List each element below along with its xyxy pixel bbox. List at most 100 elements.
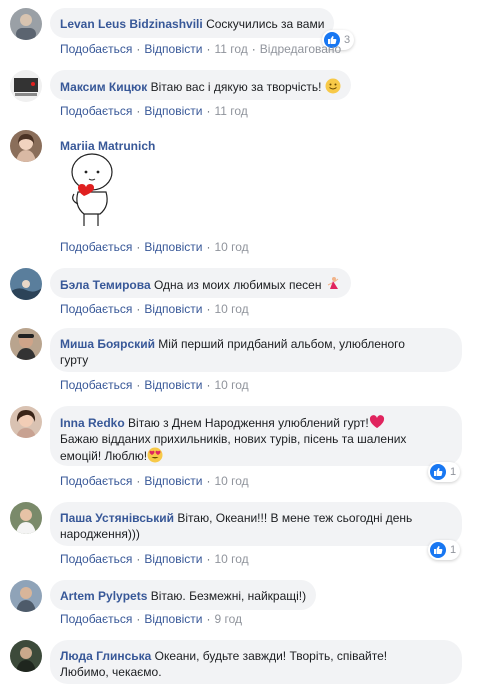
like-button[interactable]: Подобається bbox=[60, 240, 132, 254]
comment-author[interactable]: Максим Кицюк bbox=[60, 80, 147, 94]
separator: · bbox=[206, 378, 211, 392]
comment-author[interactable]: Миша Боярский bbox=[60, 337, 155, 351]
separator: · bbox=[206, 240, 211, 254]
like-button[interactable]: Подобається bbox=[60, 302, 132, 316]
reaction-count[interactable]: 1 bbox=[428, 540, 461, 560]
reaction-number: 1 bbox=[450, 466, 457, 478]
like-button[interactable]: Подобається bbox=[60, 104, 132, 118]
separator: · bbox=[206, 42, 211, 56]
timestamp[interactable]: 9 год bbox=[214, 612, 242, 626]
comment-author[interactable]: Inna Redko bbox=[60, 416, 125, 430]
separator: · bbox=[136, 302, 141, 316]
like-button[interactable]: Подобається bbox=[60, 378, 132, 392]
comment-actions: Подобається · Відповісти · 9 год bbox=[60, 612, 242, 626]
comment-text-line2: Любимо, чекаємо. bbox=[60, 665, 162, 679]
comment-actions: Подобається · Відповісти · 10 год bbox=[60, 240, 249, 254]
comment-actions: Подобається · Відповісти · 10 год bbox=[60, 474, 249, 488]
separator: · bbox=[206, 474, 211, 488]
comment-bubble: Artem Pylypets Вітаю. Безмежні, найкращі… bbox=[50, 580, 317, 610]
separator: · bbox=[206, 612, 211, 626]
comment-text-line3: емоцій! Люблю! bbox=[60, 449, 148, 463]
smile-emoji-icon bbox=[325, 78, 341, 94]
separator: · bbox=[136, 474, 141, 488]
like-button[interactable]: Подобається bbox=[60, 474, 132, 488]
comment-actions: Подобається · Відповісти · 11 год · Відредагов… bbox=[60, 42, 341, 56]
comment-text: Вітаю. Безмежні, найкращі!) bbox=[150, 589, 307, 603]
reply-button[interactable]: Відповісти bbox=[144, 42, 202, 56]
separator: · bbox=[136, 552, 141, 566]
avatar[interactable] bbox=[10, 130, 42, 162]
comment-bubble: Миша Боярский Мій перший придбаний альбо… bbox=[50, 328, 462, 372]
comment-actions: Подобається · Відповісти · 10 год bbox=[60, 302, 249, 316]
comment-author[interactable]: Бэла Темирова bbox=[60, 278, 151, 292]
reply-button[interactable]: Відповісти bbox=[144, 302, 202, 316]
like-button[interactable]: Подобається bbox=[60, 612, 132, 626]
timestamp[interactable]: 10 год bbox=[214, 552, 248, 566]
reaction-number: 1 bbox=[450, 544, 457, 556]
edited-label: Відредаговано bbox=[259, 42, 342, 56]
sticker-image[interactable] bbox=[60, 150, 124, 230]
reply-button[interactable]: Відповісти bbox=[144, 474, 202, 488]
comment-bubble: Максим Кицюк Вітаю вас і дякую за творчі… bbox=[50, 70, 351, 100]
timestamp[interactable]: 11 год bbox=[214, 42, 247, 56]
comment-bubble: Паша Устянівський Вітаю, Океани!!! В мен… bbox=[50, 502, 462, 546]
comment-text-line2: гурту bbox=[60, 353, 89, 367]
reply-button[interactable]: Відповісти bbox=[144, 612, 202, 626]
comment-author[interactable]: Паша Устянівський bbox=[60, 511, 174, 525]
avatar[interactable] bbox=[10, 502, 42, 534]
separator: · bbox=[136, 612, 141, 626]
comment-text: Мій перший придбаний альбом, улюбленого bbox=[158, 337, 405, 351]
timestamp[interactable]: 10 год bbox=[214, 474, 248, 488]
heart-eyes-emoji-icon bbox=[147, 447, 163, 463]
comment-text-line2: народження))) bbox=[60, 527, 140, 541]
separator: · bbox=[206, 104, 211, 118]
comment-author[interactable]: Artem Pylypets bbox=[60, 589, 147, 603]
separator: · bbox=[136, 104, 141, 118]
comment-text: Вітаю, Океани!!! В мене теж сьогодні ден… bbox=[177, 511, 413, 525]
timestamp[interactable]: 10 год bbox=[214, 378, 248, 392]
comment-actions: Подобається · Відповісти · 10 год bbox=[60, 552, 249, 566]
comment-text: Вітаю з Днем Народження улюблений гурт! bbox=[128, 416, 369, 430]
separator: · bbox=[136, 378, 141, 392]
separator: · bbox=[251, 42, 256, 56]
separator: · bbox=[136, 42, 141, 56]
comment-text: Вітаю вас і дякую за творчість! bbox=[150, 80, 322, 94]
comment-author[interactable]: Люда Глинська bbox=[60, 649, 151, 663]
comment-text: Одна из моих любимых песен bbox=[153, 278, 322, 292]
avatar[interactable] bbox=[10, 640, 42, 672]
comment-author[interactable]: Levan Leus Bidzinashvili bbox=[60, 17, 203, 31]
timestamp[interactable]: 10 год bbox=[214, 302, 248, 316]
dancer-emoji-icon bbox=[325, 276, 341, 292]
comment-bubble: Бэла Темирова Одна из моих любимых песен bbox=[50, 268, 351, 298]
timestamp[interactable]: 10 год bbox=[214, 240, 248, 254]
separator: · bbox=[206, 552, 211, 566]
like-icon bbox=[430, 542, 446, 558]
comment-text: Соскучились за вами bbox=[206, 17, 325, 31]
heart-emoji-icon bbox=[369, 414, 385, 430]
separator: · bbox=[136, 240, 141, 254]
comment-text-line2: Бажаю відданих прихильників, нових турів… bbox=[60, 432, 407, 446]
avatar[interactable] bbox=[10, 268, 42, 300]
reply-button[interactable]: Відповісти bbox=[144, 240, 202, 254]
reply-button[interactable]: Відповісти bbox=[144, 104, 202, 118]
reply-button[interactable]: Відповісти bbox=[144, 552, 202, 566]
timestamp[interactable]: 11 год bbox=[214, 104, 247, 118]
avatar[interactable] bbox=[10, 70, 42, 102]
comment-text: Океани, будьте завжди! Творіть, співайте… bbox=[154, 649, 388, 663]
reply-button[interactable]: Відповісти bbox=[144, 378, 202, 392]
avatar[interactable] bbox=[10, 328, 42, 360]
like-button[interactable]: Подобається bbox=[60, 552, 132, 566]
avatar[interactable] bbox=[10, 406, 42, 438]
reaction-number: 3 bbox=[344, 34, 351, 46]
comment-bubble: Levan Leus Bidzinashvili Соскучились за … bbox=[50, 8, 335, 38]
comment-bubble: Inna Redko Вітаю з Днем Народження улюбл… bbox=[50, 406, 462, 466]
avatar[interactable] bbox=[10, 8, 42, 40]
like-button[interactable]: Подобається bbox=[60, 42, 132, 56]
like-icon bbox=[430, 464, 446, 480]
comment-actions: Подобається · Відповісти · 10 год bbox=[60, 378, 249, 392]
comment-bubble: Люда Глинська Океани, будьте завжди! Тво… bbox=[50, 640, 462, 684]
comment-actions: Подобається · Відповісти · 11 год bbox=[60, 104, 248, 118]
separator: · bbox=[206, 302, 211, 316]
reaction-count[interactable]: 1 bbox=[428, 462, 461, 482]
avatar[interactable] bbox=[10, 580, 42, 612]
